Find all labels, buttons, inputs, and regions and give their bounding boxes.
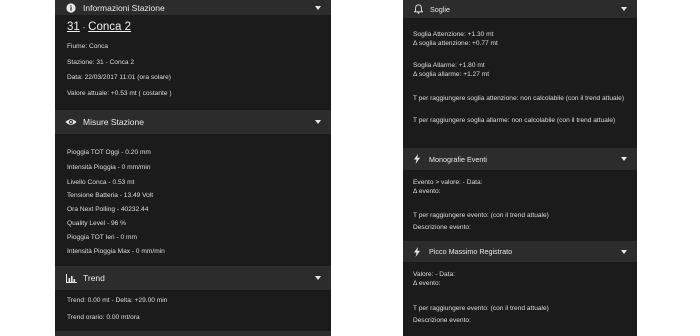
misura-item: Livello Conca - 0.53 mt — [67, 179, 135, 186]
picco-section-header[interactable]: Picco Massimo Registrato — [403, 241, 637, 262]
soglie-section-header[interactable]: Soglie — [403, 0, 637, 18]
delta-allarme-text: Δ soglia allarme: +1.27 mt — [413, 71, 490, 78]
t-allarme-text: T per raggiungere soglia allarme: non ca… — [413, 117, 616, 124]
misura-item: Intensità Pioggia Max - 0 mm/min — [67, 248, 165, 255]
stazione-text: Stazione: 31 - Conca 2 — [67, 59, 135, 66]
chevron-down-icon[interactable] — [315, 120, 321, 124]
misura-item: Quality Level - 96 % — [67, 220, 127, 227]
picco-delta-evento-text: Δ evento: — [413, 280, 441, 287]
lightning-bolt-icon — [411, 246, 423, 258]
misura-item: Pioggia TOT Ieri - 0 mm — [67, 234, 137, 241]
station-number-link[interactable]: 31 — [67, 21, 80, 33]
soglia-attenzione-text: Soglia Attenzione: +1.30 mt — [413, 31, 494, 38]
info-circle-icon — [65, 2, 77, 14]
t-attenzione-text: T per raggiungere soglia attenzione: non… — [413, 95, 625, 102]
station-info-panel: Informazioni Stazione 31- Conca 2 Fiume: … — [55, 0, 331, 336]
monografie-section-title: Monografie Eventi — [429, 154, 487, 164]
misura-item: Pioggia TOT Oggi - 0.20 mm — [67, 149, 151, 156]
picco-section-title: Picco Massimo Registrato — [429, 247, 513, 256]
misure-section-header[interactable]: Misure Stazione — [55, 110, 331, 134]
trend-text: Trend: 0.00 mt - Delta: +29.00 min — [67, 297, 168, 304]
bar-chart-icon — [65, 272, 77, 284]
descrizione-evento-text: Descrizione evento: — [413, 224, 471, 231]
eye-icon — [65, 116, 77, 128]
chevron-down-icon[interactable] — [315, 276, 321, 280]
delta-evento-text: Δ evento: — [413, 188, 441, 195]
chevron-down-icon[interactable] — [315, 5, 321, 10]
chevron-down-icon[interactable] — [621, 157, 627, 161]
fiume-text: Fiume: Conca — [67, 43, 109, 50]
picco-valore-text: Valore: - Data: — [413, 271, 456, 278]
station-heading: 31- Conca 2 — [67, 21, 131, 33]
delta-attenzione-text: Δ soglia attenzione: +0.77 mt — [413, 40, 498, 47]
station-heading-separator: - — [82, 25, 86, 32]
soglie-section-title: Soglie — [430, 4, 450, 14]
chevron-down-icon[interactable] — [621, 7, 627, 11]
thresholds-panel: Soglie Soglia Attenzione: +1.30 mt Δ sog… — [403, 0, 637, 336]
next-section-header-edge — [55, 331, 331, 336]
monografie-section-header[interactable]: Monografie Eventi — [403, 148, 637, 170]
picco-descrizione-text: Descrizione evento: — [413, 317, 471, 324]
t-evento-text: T per raggiungere evento: (con il trend … — [413, 212, 549, 219]
data-text: Data: 22/03/2017 11:01 (ora solare) — [67, 74, 171, 81]
info-section-header[interactable]: Informazioni Stazione — [55, 0, 331, 15]
chevron-down-icon[interactable] — [621, 249, 627, 254]
trend-section-title: Trend — [83, 273, 105, 283]
misura-item: Tensione Batteria - 13.49 Volt — [67, 192, 154, 199]
info-section-title: Informazioni Stazione — [83, 2, 165, 13]
station-name-link[interactable]: Conca 2 — [88, 21, 131, 33]
lightning-bolt-icon — [411, 153, 423, 165]
picco-t-evento-text: T per raggiungere evento: (con il trend … — [413, 305, 549, 312]
trend-orario-text: Trend orario: 0.00 mt/ora — [67, 314, 140, 321]
valore-attuale-text: Valore attuale: +0.53 mt ( costante ) — [67, 90, 172, 97]
evento-valore-text: Evento > valore: - Data: — [413, 179, 483, 186]
misure-section-title: Misure Stazione — [83, 117, 144, 127]
misura-item: Intensità Pioggia - 0 mm/min — [67, 164, 151, 171]
misura-item: Ora Next Polling - 40232.44 — [67, 206, 149, 213]
soglia-allarme-text: Soglia Allarme: +1.80 mt — [413, 62, 485, 69]
bell-icon — [412, 3, 424, 15]
trend-section-header[interactable]: Trend — [55, 266, 331, 290]
